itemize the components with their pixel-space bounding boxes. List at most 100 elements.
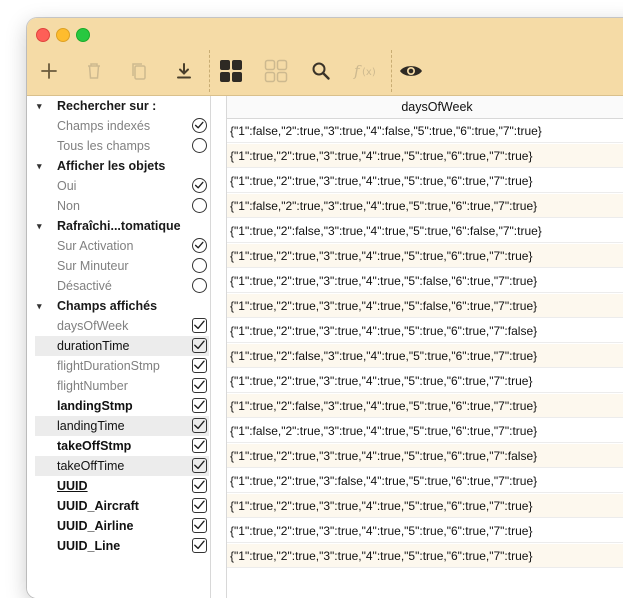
radio-button[interactable] [192, 278, 207, 293]
minimize-window-button[interactable] [56, 28, 70, 42]
sidebar-option[interactable]: landingTime [35, 416, 209, 436]
option-label: daysOfWeek [57, 319, 129, 333]
sidebar-section-header[interactable]: ▾ Rechercher sur : [35, 96, 209, 116]
app-window: f (x) ▾ Rechercher sur : Champs indexés Tou… [27, 18, 623, 598]
table-row[interactable]: {"1":true,"2":true,"3":true,"4":true,"5"… [227, 144, 623, 168]
option-label: UUID [57, 479, 88, 493]
table-row[interactable]: {"1":true,"2":true,"3":true,"4":true,"5"… [227, 369, 623, 393]
checkbox[interactable] [192, 458, 207, 473]
sidebar-option[interactable]: UUID [35, 476, 209, 496]
table-row[interactable]: {"1":false,"2":true,"3":true,"4":true,"5… [227, 194, 623, 218]
list-view-icon [264, 59, 288, 83]
checkbox[interactable] [192, 518, 207, 533]
sidebar-option[interactable]: flightDurationStmp [35, 356, 209, 376]
radio-button[interactable] [192, 118, 207, 133]
sidebar-option[interactable]: Oui [35, 176, 209, 196]
sidebar-option[interactable]: flightNumber [35, 376, 209, 396]
sidebar-section-header[interactable]: ▾ Rafraîchi...tomatique [35, 216, 209, 236]
sidebar-option[interactable]: durationTime [35, 336, 209, 356]
search-button[interactable] [305, 48, 337, 94]
checkbox[interactable] [192, 538, 207, 553]
table-row[interactable]: {"1":true,"2":true,"3":true,"4":true,"5"… [227, 319, 623, 343]
duplicate-record-button[interactable] [123, 48, 155, 94]
table-row[interactable]: {"1":true,"2":true,"3":true,"4":true,"5"… [227, 294, 623, 318]
option-label: takeOffStmp [57, 439, 132, 453]
table-row[interactable]: {"1":true,"2":false,"3":true,"4":true,"5… [227, 394, 623, 418]
checkbox[interactable] [192, 318, 207, 333]
table-row[interactable]: {"1":true,"2":true,"3":true,"4":true,"5"… [227, 519, 623, 543]
table-row[interactable]: {"1":true,"2":false,"3":true,"4":true,"5… [227, 219, 623, 243]
checkmark-icon [194, 121, 204, 129]
radio-button[interactable] [192, 258, 207, 273]
table-row[interactable]: {"1":true,"2":true,"3":true,"4":true,"5"… [227, 494, 623, 518]
sidebar-option[interactable]: Non [35, 196, 209, 216]
table-row[interactable]: {"1":true,"2":true,"3":true,"4":true,"5"… [227, 444, 623, 468]
checkbox[interactable] [192, 398, 207, 413]
sidebar-option[interactable]: Champs indexés [35, 116, 209, 136]
chevron-down-icon[interactable]: ▾ [37, 161, 49, 172]
svg-text:(x): (x) [362, 67, 376, 78]
option-label: Oui [57, 179, 77, 193]
radio-button[interactable] [192, 178, 207, 193]
table-row[interactable]: {"1":true,"2":true,"3":true,"4":true,"5"… [227, 269, 623, 293]
radio-button[interactable] [192, 238, 207, 253]
table-row[interactable]: {"1":false,"2":true,"3":true,"4":false,"… [227, 119, 623, 143]
sidebar-option[interactable]: Sur Minuteur [35, 256, 209, 276]
titlebar-toolbar: f (x) [27, 18, 623, 96]
checkbox[interactable] [192, 378, 207, 393]
close-window-button[interactable] [36, 28, 50, 42]
chevron-down-icon[interactable]: ▾ [37, 301, 49, 312]
trash-icon [88, 63, 100, 79]
sidebar-option[interactable]: landingStmp [35, 396, 209, 416]
toolbar-separator [209, 50, 210, 92]
sidebar-option[interactable]: takeOffStmp [35, 436, 209, 456]
preview-button[interactable] [395, 48, 427, 94]
sidebar-option[interactable]: daysOfWeek [35, 316, 209, 336]
options-sidebar: ▾ Rechercher sur : Champs indexés Tous les … [27, 96, 211, 598]
sidebar-option[interactable]: Sur Activation [35, 236, 209, 256]
zoom-window-button[interactable] [76, 28, 90, 42]
checkbox[interactable] [192, 338, 207, 353]
table-row[interactable]: {"1":false,"2":true,"3":true,"4":true,"5… [227, 419, 623, 443]
option-label: flightNumber [57, 379, 128, 393]
option-label: flightDurationStmp [57, 359, 160, 373]
radio-button[interactable] [192, 138, 207, 153]
table-row[interactable]: {"1":true,"2":true,"3":true,"4":true,"5"… [227, 244, 623, 268]
sidebar-section-header[interactable]: ▾ Champs affichés [35, 296, 209, 316]
option-label: Champs indexés [57, 119, 151, 133]
section-label: Rafraîchi...tomatique [57, 219, 181, 233]
checkmark-icon [194, 440, 205, 450]
add-record-button[interactable] [33, 48, 65, 94]
option-label: Désactivé [57, 279, 112, 293]
formula-button[interactable]: f (x) [350, 48, 382, 94]
checkbox[interactable] [192, 498, 207, 513]
sidebar-option[interactable]: takeOffTime [35, 456, 209, 476]
checkbox[interactable] [192, 418, 207, 433]
export-button[interactable] [168, 48, 200, 94]
grid-view-button[interactable] [215, 48, 247, 94]
chevron-down-icon[interactable]: ▾ [37, 101, 49, 112]
sidebar-option[interactable]: UUID_Line [35, 536, 209, 556]
sidebar-section-header[interactable]: ▾ Afficher les objets [35, 156, 209, 176]
duplicate-icon [132, 63, 146, 80]
sidebar-option[interactable]: Désactivé [35, 276, 209, 296]
list-view-button[interactable] [260, 48, 292, 94]
delete-record-button[interactable] [78, 48, 110, 94]
sidebar-option[interactable]: Tous les champs [35, 136, 209, 156]
table-row[interactable]: {"1":true,"2":true,"3":false,"4":true,"5… [227, 469, 623, 493]
sidebar-option[interactable]: UUID_Airline [35, 516, 209, 536]
sidebar-option[interactable]: UUID_Aircraft [35, 496, 209, 516]
checkbox[interactable] [192, 478, 207, 493]
radio-button[interactable] [192, 198, 207, 213]
option-label: UUID_Line [57, 539, 121, 553]
chevron-down-icon[interactable]: ▾ [37, 221, 49, 232]
formula-icon: f (x) [353, 62, 376, 80]
checkbox[interactable] [192, 358, 207, 373]
section-label: Afficher les objets [57, 159, 166, 173]
option-label: takeOffTime [57, 459, 125, 473]
column-header-daysofweek[interactable]: daysOfWeek [227, 96, 623, 119]
checkbox[interactable] [192, 438, 207, 453]
table-row[interactable]: {"1":true,"2":false,"3":true,"4":true,"5… [227, 344, 623, 368]
table-row[interactable]: {"1":true,"2":true,"3":true,"4":true,"5"… [227, 169, 623, 193]
table-row[interactable]: {"1":true,"2":true,"3":true,"4":true,"5"… [227, 544, 623, 568]
